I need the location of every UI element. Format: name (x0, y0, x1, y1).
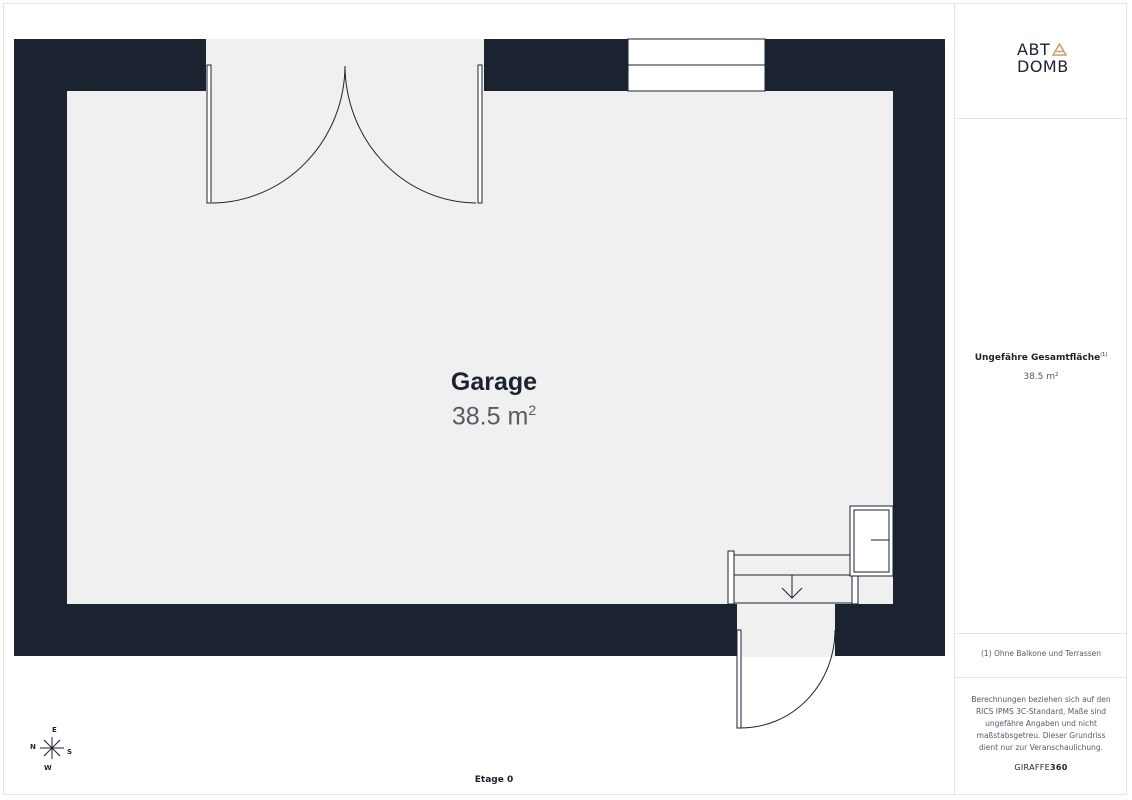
footnote: (1) Ohne Balkone und Terrassen (980, 649, 1102, 658)
info-panel: ABT DOMB Ungefähre Gesamtfläche(1) 38.5 … (954, 3, 1127, 795)
logo-line-1: ABT (1017, 40, 1051, 59)
total-area-title: Ungefähre Gesamtfläche(1) (974, 352, 1108, 363)
compass-south-label: S (67, 748, 73, 756)
panel-divider (955, 677, 1127, 678)
door-opening-top (206, 39, 484, 92)
panel-divider (955, 118, 1127, 119)
floor-label: Etage 0 (474, 775, 514, 785)
logo-house-icon (1052, 43, 1068, 56)
room-area: 38.5 m2 (451, 402, 537, 431)
wall-cabinet (849, 505, 894, 577)
panel-divider (955, 633, 1127, 634)
compass-west-label: W (44, 764, 52, 772)
compass: N E S W (26, 724, 78, 774)
brand-label: GIRAFFE360 (1014, 763, 1068, 772)
room-name: Garage (450, 368, 538, 396)
company-logo: ABT DOMB (1017, 41, 1077, 75)
total-area-value: 38.5 m² (1023, 372, 1059, 382)
window-top (627, 38, 766, 92)
logo-line-2: DOMB (1017, 57, 1069, 76)
stairs (727, 550, 859, 605)
floor-plan (14, 38, 945, 729)
compass-north-label: N (30, 743, 36, 751)
compass-east-label: E (52, 726, 57, 734)
door-opening-bottom (737, 603, 835, 657)
disclaimer-text: Berechnungen beziehen sich auf den RICS … (971, 695, 1111, 752)
